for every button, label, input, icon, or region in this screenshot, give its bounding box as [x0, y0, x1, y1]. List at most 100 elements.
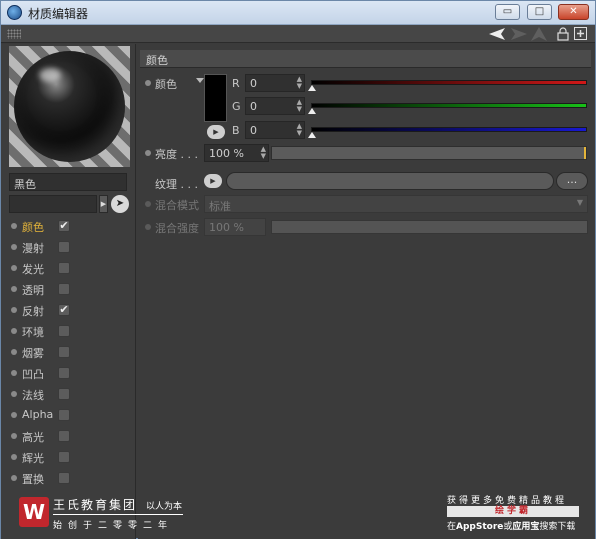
- add-panel-icon[interactable]: [574, 27, 588, 41]
- color-expand-button[interactable]: ▶: [207, 125, 225, 139]
- channel-item[interactable]: 漫射: [1, 237, 136, 258]
- channel-dot: [11, 244, 17, 250]
- channel-checkbox[interactable]: [58, 388, 70, 400]
- channel-checkbox[interactable]: ✔: [58, 304, 70, 316]
- section-header-color: 颜色: [140, 50, 591, 68]
- g-spinner-icon[interactable]: ▲ ▼: [297, 99, 302, 113]
- r-label: R: [232, 77, 240, 90]
- channel-checkbox[interactable]: ✔: [58, 220, 70, 232]
- brightness-slider[interactable]: [271, 146, 587, 160]
- chevron-down-icon: ▼: [576, 198, 583, 207]
- channel-item[interactable]: 发光: [1, 258, 136, 279]
- color-anim-dot[interactable]: [145, 80, 151, 86]
- material-path-field[interactable]: [9, 195, 97, 213]
- texture-slot[interactable]: [226, 172, 554, 190]
- forward-arrow-icon[interactable]: [509, 28, 527, 42]
- pick-cursor-icon[interactable]: ➤: [111, 195, 129, 213]
- blend-strength-slider: [271, 220, 588, 234]
- brightness-spinner-icon[interactable]: ▲ ▼: [261, 146, 266, 160]
- channel-label[interactable]: 凹凸: [22, 366, 44, 382]
- color-label: 颜色: [155, 78, 177, 91]
- channel-item[interactable]: 烟雾: [1, 342, 136, 363]
- up-arrow-icon[interactable]: [531, 27, 547, 41]
- channel-label[interactable]: 颜色: [22, 219, 44, 235]
- b-value-field[interactable]: 0 ▲ ▼: [245, 121, 305, 139]
- material-name-field[interactable]: 黑色: [9, 173, 127, 191]
- channel-checkbox[interactable]: [58, 472, 70, 484]
- title-bar[interactable]: 材质编辑器 ▭ □ ✕: [1, 1, 595, 25]
- blend-strength-field: 100 %: [204, 218, 266, 236]
- back-arrow-icon[interactable]: [489, 28, 507, 42]
- channel-dot: [11, 391, 17, 397]
- channel-item[interactable]: 颜色 ✔: [1, 216, 136, 237]
- channel-checkbox[interactable]: [58, 346, 70, 358]
- channel-label[interactable]: 法线: [22, 387, 44, 403]
- material-editor-window: 材质编辑器 ▭ □ ✕ 黑色 ▶ ➤ 颜色 ✔ 漫射 发光 透明 反射 ✔ 环境…: [0, 0, 596, 539]
- path-arrow-button[interactable]: ▶: [99, 195, 108, 213]
- channel-checkbox[interactable]: [58, 430, 70, 442]
- channel-item[interactable]: 置换: [1, 468, 136, 489]
- cinema4d-app-icon: [7, 5, 22, 20]
- watermark-company: 王氏教育集团: [53, 498, 138, 512]
- b-slider-knob[interactable]: [308, 132, 316, 138]
- channel-checkbox[interactable]: [58, 283, 70, 295]
- left-panel: 黑色 ▶ ➤ 颜色 ✔ 漫射发光透明反射 ✔ 环境烟雾凹凸法线 Alpha 高光辉光置换: [1, 44, 136, 539]
- r-value-field[interactable]: 0 ▲ ▼: [245, 74, 305, 92]
- b-spinner-icon[interactable]: ▲ ▼: [297, 123, 302, 137]
- minimize-button[interactable]: ▭: [495, 4, 520, 20]
- channel-item[interactable]: 辉光: [1, 447, 136, 468]
- watermark-left: W 王氏教育集团 以人为本 始创于二零零二年: [15, 493, 195, 537]
- g-value: 0: [250, 100, 257, 113]
- g-label: G: [232, 100, 241, 113]
- blend-mode-anim-dot: [145, 201, 151, 207]
- wangshi-logo: W: [19, 497, 49, 527]
- channel-checkbox[interactable]: [58, 241, 70, 253]
- channel-label[interactable]: 高光: [22, 429, 44, 445]
- material-preview[interactable]: [9, 46, 130, 167]
- g-slider-knob[interactable]: [308, 108, 316, 114]
- channel-label[interactable]: 反射: [22, 303, 44, 319]
- texture-menu-button[interactable]: ▶: [204, 174, 222, 188]
- color-dropdown-arrow-icon[interactable]: [196, 78, 204, 83]
- channel-checkbox[interactable]: [58, 367, 70, 379]
- channel-item[interactable]: 法线: [1, 384, 136, 405]
- texture-browse-button[interactable]: ...: [556, 172, 588, 190]
- channel-item[interactable]: 透明: [1, 279, 136, 300]
- channel-dot: [11, 454, 17, 460]
- maximize-button[interactable]: □: [527, 4, 552, 20]
- channel-label[interactable]: 环境: [22, 324, 44, 340]
- channel-label[interactable]: 置换: [22, 471, 44, 487]
- channel-item[interactable]: 高光: [1, 426, 136, 447]
- brightness-field[interactable]: 100 % ▲ ▼: [204, 144, 269, 162]
- channel-checkbox[interactable]: [58, 409, 70, 421]
- promo-store: AppStore: [456, 522, 504, 532]
- r-slider[interactable]: [311, 80, 587, 85]
- r-spinner-icon[interactable]: ▲ ▼: [297, 76, 302, 90]
- channel-dot: [11, 223, 17, 229]
- g-value-field[interactable]: 0 ▲ ▼: [245, 97, 305, 115]
- channel-label[interactable]: 辉光: [22, 450, 44, 466]
- color-swatch[interactable]: [204, 74, 227, 122]
- channel-checkbox[interactable]: [58, 325, 70, 337]
- r-slider-knob[interactable]: [308, 85, 316, 91]
- close-button[interactable]: ✕: [558, 4, 589, 20]
- channel-item[interactable]: 环境: [1, 321, 136, 342]
- lock-icon[interactable]: [557, 27, 569, 41]
- channel-checkbox[interactable]: [58, 262, 70, 274]
- channel-checkbox[interactable]: [58, 451, 70, 463]
- grip-handle-icon[interactable]: [7, 29, 21, 39]
- channel-label[interactable]: 漫射: [22, 240, 44, 256]
- b-slider[interactable]: [311, 127, 587, 132]
- channel-label[interactable]: 发光: [22, 261, 44, 277]
- g-slider[interactable]: [311, 103, 587, 108]
- channel-item[interactable]: 反射 ✔: [1, 300, 136, 321]
- blend-mode-label: 混合模式: [155, 199, 199, 212]
- channel-dot: [11, 328, 17, 334]
- brightness-anim-dot[interactable]: [145, 150, 151, 156]
- channel-label[interactable]: Alpha: [22, 408, 53, 421]
- channel-label[interactable]: 烟雾: [22, 345, 44, 361]
- channel-label[interactable]: 透明: [22, 282, 44, 298]
- channel-item[interactable]: Alpha: [1, 405, 136, 426]
- channel-item[interactable]: 凹凸: [1, 363, 136, 384]
- right-panel: 颜色 颜色 ▶ R 0 ▲▼ G 0 ▲▼ B 0 ▲▼ 亮度 . . .: [138, 44, 595, 539]
